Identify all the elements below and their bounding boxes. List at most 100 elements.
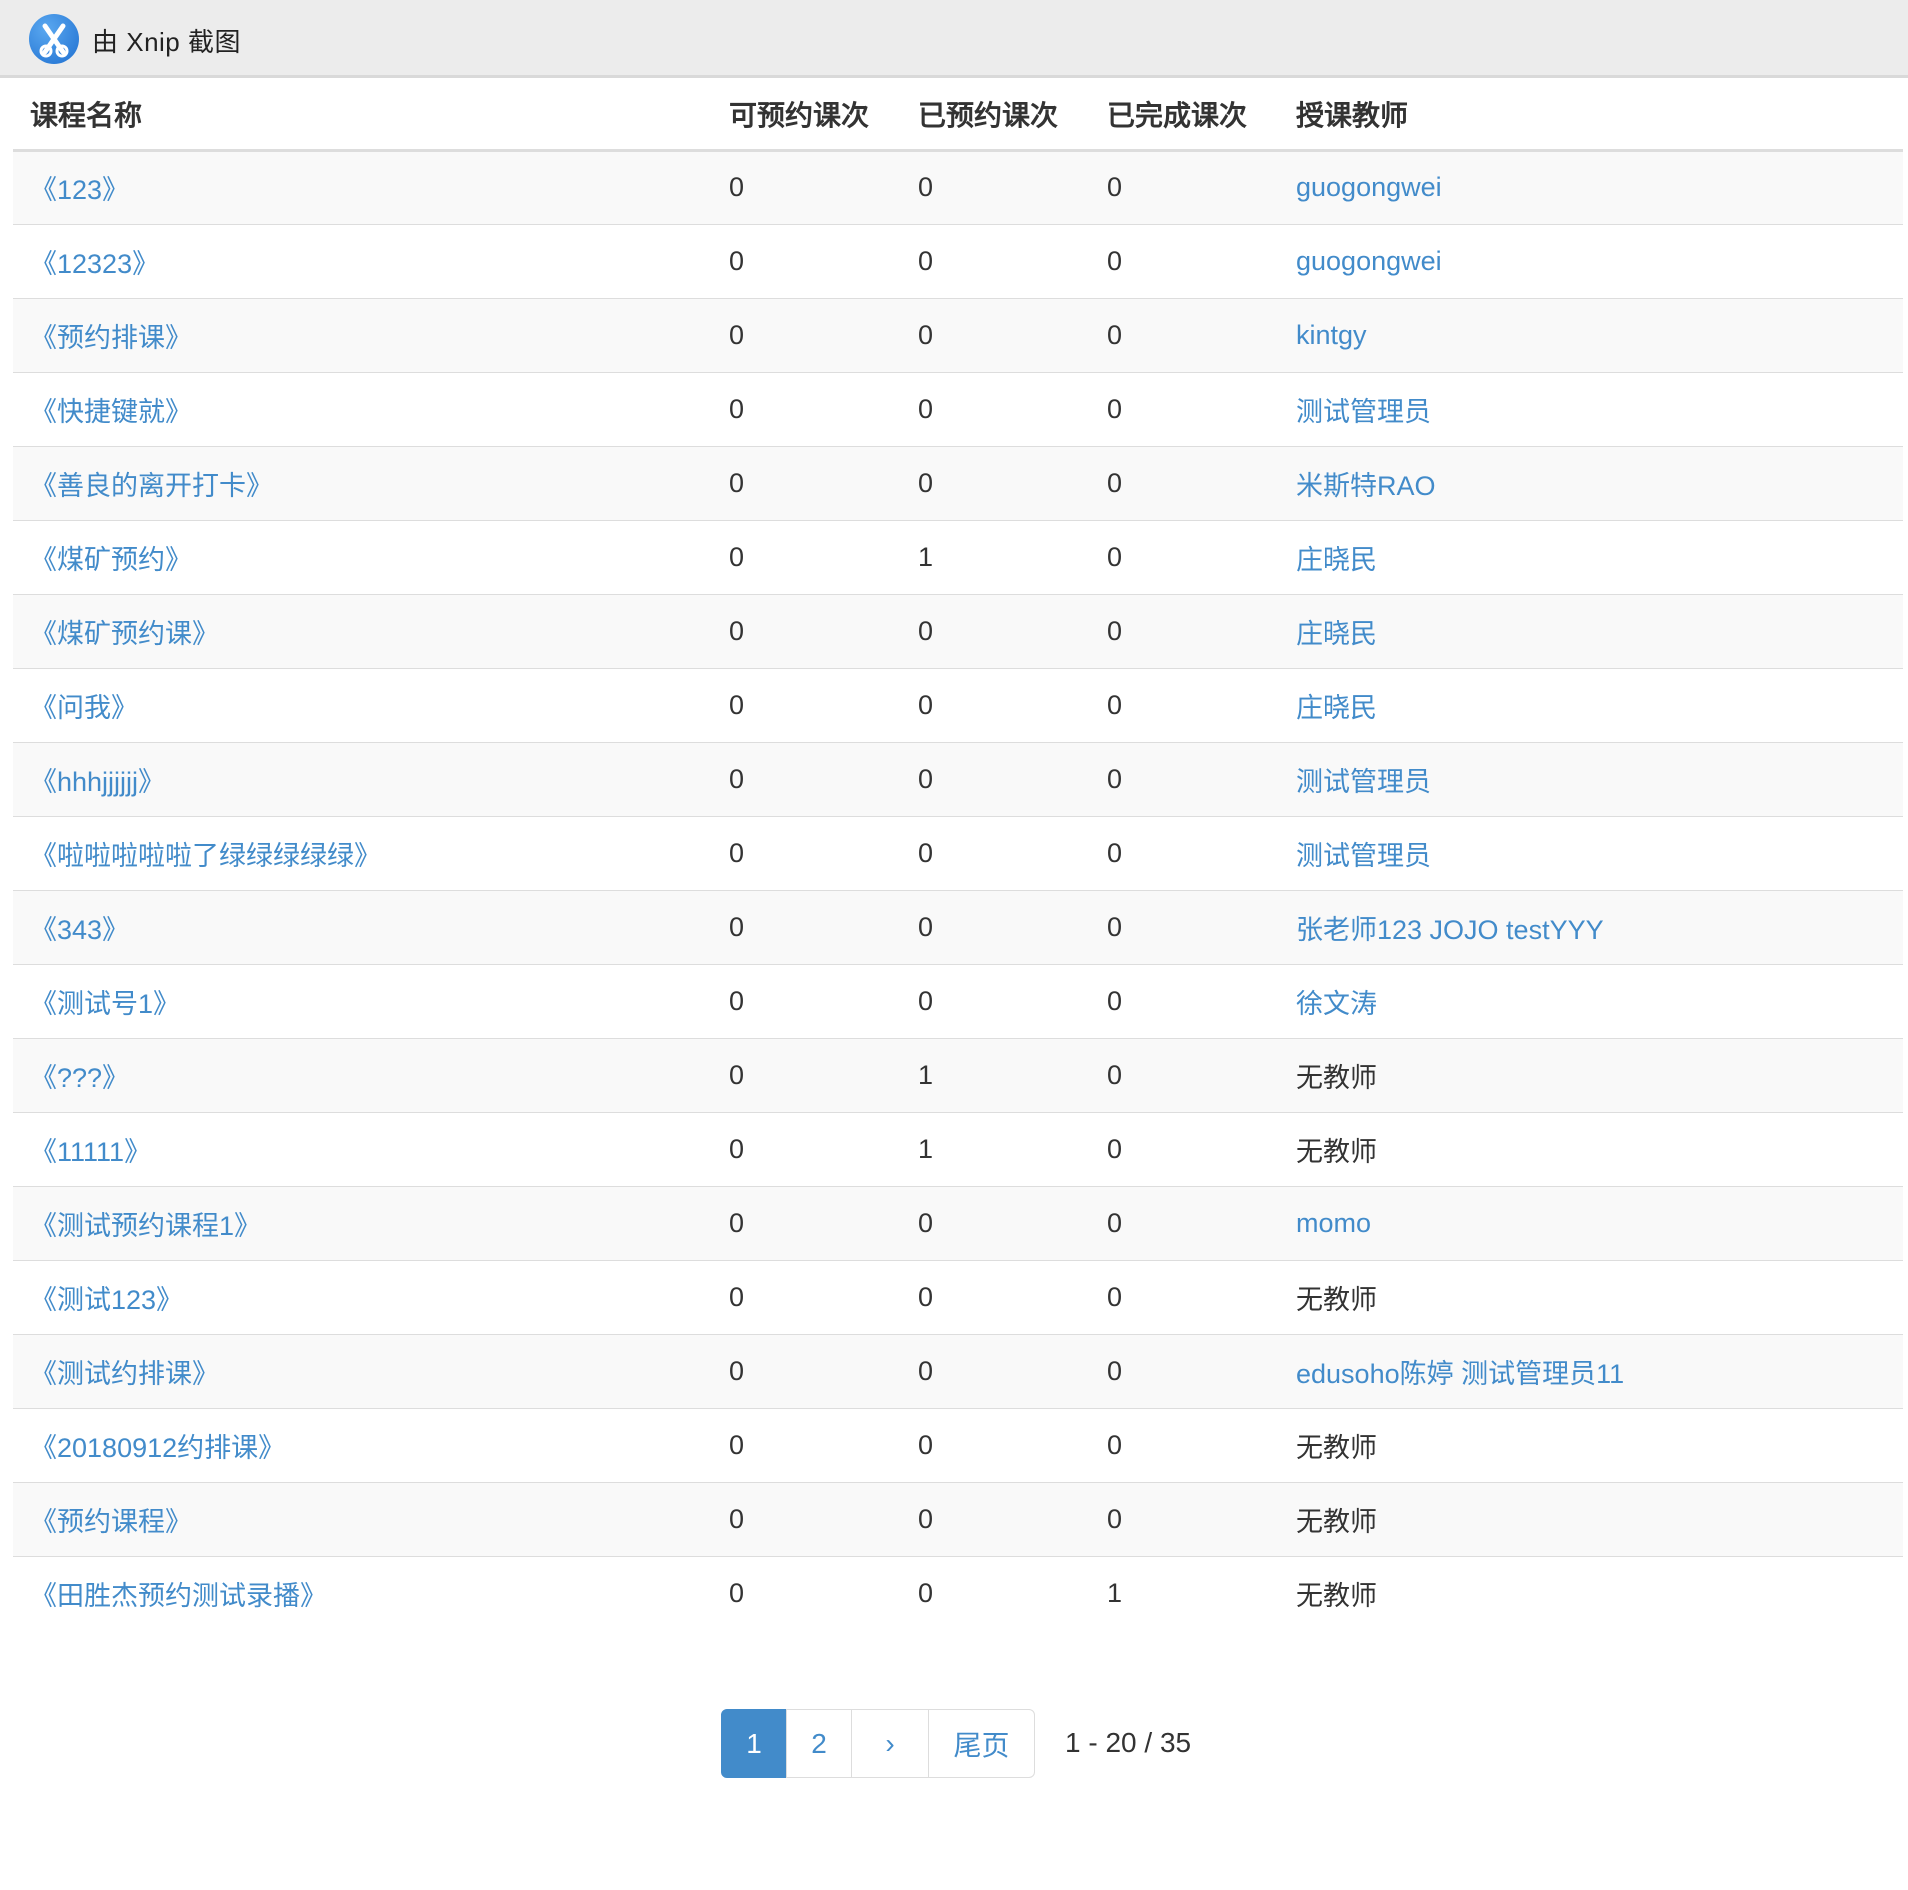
course-name-link[interactable]: 《343》 bbox=[30, 915, 129, 945]
available-sessions-cell: 0 bbox=[712, 1482, 901, 1557]
completed-sessions-cell: 1 bbox=[1090, 1556, 1279, 1630]
table-row: 《问我》 0 0 0 庄晓民 bbox=[13, 668, 1903, 743]
available-sessions-cell: 0 bbox=[712, 372, 901, 447]
available-sessions-cell: 0 bbox=[712, 1556, 901, 1630]
course-name-cell: 《善良的离开打卡》 bbox=[13, 446, 712, 521]
teacher-link[interactable]: 庄晓民 bbox=[1296, 545, 1377, 575]
teacher-cell: momo bbox=[1279, 1186, 1903, 1261]
header-course-name: 课程名称 bbox=[13, 80, 712, 152]
booked-sessions-cell: 0 bbox=[901, 1186, 1090, 1261]
course-name-link[interactable]: 《测试预约课程1》 bbox=[30, 1211, 261, 1241]
course-name-cell: 《123》 bbox=[13, 150, 712, 225]
course-name-link[interactable]: 《煤矿预约》 bbox=[30, 545, 192, 575]
teacher-link[interactable]: 测试管理员 bbox=[1296, 841, 1431, 871]
completed-sessions-cell: 0 bbox=[1090, 816, 1279, 891]
course-name-link[interactable]: 《hhhjjjjjj》 bbox=[30, 767, 165, 797]
teacher-cell: 张老师123 JOJO testYYY bbox=[1279, 890, 1903, 965]
table-row: 《123》 0 0 0 guogongwei bbox=[13, 150, 1903, 225]
header-booked-sessions: 已预约课次 bbox=[901, 80, 1090, 152]
booked-sessions-cell: 0 bbox=[901, 1260, 1090, 1335]
course-name-link[interactable]: 《???》 bbox=[30, 1063, 129, 1093]
teacher-cell: 庄晓民 bbox=[1279, 668, 1903, 743]
teacher-cell: kintgy bbox=[1279, 298, 1903, 373]
header-available-sessions: 可预约课次 bbox=[712, 80, 901, 152]
course-name-link[interactable]: 《快捷键就》 bbox=[30, 397, 192, 427]
teacher-link[interactable]: 张老师123 JOJO testYYY bbox=[1296, 915, 1604, 945]
course-name-cell: 《11111》 bbox=[13, 1112, 712, 1187]
titlebar-text: 由 Xnip 截图 bbox=[92, 27, 241, 57]
table-row: 《预约排课》 0 0 0 kintgy bbox=[13, 298, 1903, 373]
course-name-cell: 《hhhjjjjjj》 bbox=[13, 742, 712, 817]
teacher-link[interactable]: guogongwei bbox=[1296, 172, 1442, 202]
table-row: 《测试约排课》 0 0 0 edusoho陈婷 测试管理员11 bbox=[13, 1334, 1903, 1409]
course-name-link[interactable]: 《善良的离开打卡》 bbox=[30, 471, 273, 501]
teacher-cell: guogongwei bbox=[1279, 150, 1903, 225]
available-sessions-cell: 0 bbox=[712, 1038, 901, 1113]
table-row: 《测试号1》 0 0 0 徐文涛 bbox=[13, 964, 1903, 1039]
teacher-link[interactable]: 测试管理员 bbox=[1296, 767, 1431, 797]
course-name-link[interactable]: 《123》 bbox=[30, 175, 129, 205]
page-2-button[interactable]: 2 bbox=[786, 1709, 852, 1778]
course-name-cell: 《田胜杰预约测试录播》 bbox=[13, 1556, 712, 1630]
booked-sessions-cell: 1 bbox=[901, 520, 1090, 595]
teacher-link[interactable]: 徐文涛 bbox=[1296, 989, 1377, 1019]
completed-sessions-cell: 0 bbox=[1090, 1038, 1279, 1113]
header-completed-sessions: 已完成课次 bbox=[1090, 80, 1279, 152]
completed-sessions-cell: 0 bbox=[1090, 1408, 1279, 1483]
table-row: 《煤矿预约》 0 1 0 庄晓民 bbox=[13, 520, 1903, 595]
completed-sessions-cell: 0 bbox=[1090, 1482, 1279, 1557]
available-sessions-cell: 0 bbox=[712, 1408, 901, 1483]
teacher-cell: edusoho陈婷 测试管理员11 bbox=[1279, 1334, 1903, 1409]
course-name-link[interactable]: 《测试号1》 bbox=[30, 989, 180, 1019]
teacher-link[interactable]: 测试管理员 bbox=[1296, 397, 1431, 427]
course-name-cell: 《343》 bbox=[13, 890, 712, 965]
course-name-link[interactable]: 《问我》 bbox=[30, 693, 138, 723]
course-name-link[interactable]: 《11111》 bbox=[30, 1137, 151, 1167]
course-name-link[interactable]: 《12323》 bbox=[30, 249, 159, 279]
course-name-link[interactable]: 《啦啦啦啦啦了绿绿绿绿绿》 bbox=[30, 841, 381, 871]
no-teacher-text: 无教师 bbox=[1296, 1062, 1377, 1093]
available-sessions-cell: 0 bbox=[712, 1186, 901, 1261]
teacher-link[interactable]: guogongwei bbox=[1296, 246, 1442, 276]
course-name-cell: 《煤矿预约课》 bbox=[13, 594, 712, 669]
header-teacher: 授课教师 bbox=[1279, 80, 1903, 152]
course-name-cell: 《测试约排课》 bbox=[13, 1334, 712, 1409]
available-sessions-cell: 0 bbox=[712, 150, 901, 225]
booked-sessions-cell: 0 bbox=[901, 742, 1090, 817]
completed-sessions-cell: 0 bbox=[1090, 964, 1279, 1039]
no-teacher-text: 无教师 bbox=[1296, 1136, 1377, 1167]
next-page-button[interactable]: › bbox=[851, 1709, 929, 1778]
booked-sessions-cell: 0 bbox=[901, 1334, 1090, 1409]
table-row: 《测试123》 0 0 0 无教师 bbox=[13, 1260, 1903, 1335]
screenshot-titlebar: 由 Xnip 截图 bbox=[0, 0, 1908, 78]
course-name-link[interactable]: 《20180912约排课》 bbox=[30, 1433, 285, 1463]
teacher-link[interactable]: 庄晓民 bbox=[1296, 619, 1377, 649]
teacher-link[interactable]: 庄晓民 bbox=[1296, 693, 1377, 723]
course-name-link[interactable]: 《预约排课》 bbox=[30, 323, 192, 353]
booked-sessions-cell: 1 bbox=[901, 1038, 1090, 1113]
course-name-cell: 《快捷键就》 bbox=[13, 372, 712, 447]
course-name-link[interactable]: 《测试123》 bbox=[30, 1285, 183, 1315]
table-row: 《煤矿预约课》 0 0 0 庄晓民 bbox=[13, 594, 1903, 669]
table-row: 《快捷键就》 0 0 0 测试管理员 bbox=[13, 372, 1903, 447]
course-name-cell: 《20180912约排课》 bbox=[13, 1408, 712, 1483]
available-sessions-cell: 0 bbox=[712, 446, 901, 521]
teacher-link[interactable]: momo bbox=[1296, 1208, 1371, 1238]
teacher-cell: 庄晓民 bbox=[1279, 594, 1903, 669]
booked-sessions-cell: 0 bbox=[901, 372, 1090, 447]
completed-sessions-cell: 0 bbox=[1090, 520, 1279, 595]
table-row: 《田胜杰预约测试录播》 0 0 1 无教师 bbox=[13, 1556, 1903, 1630]
course-name-link[interactable]: 《煤矿预约课》 bbox=[30, 619, 219, 649]
course-name-link[interactable]: 《田胜杰预约测试录播》 bbox=[30, 1581, 327, 1611]
teacher-link[interactable]: kintgy bbox=[1296, 320, 1367, 350]
course-name-link[interactable]: 《预约课程》 bbox=[30, 1507, 192, 1537]
table-row: 《20180912约排课》 0 0 0 无教师 bbox=[13, 1408, 1903, 1483]
course-name-link[interactable]: 《测试约排课》 bbox=[30, 1359, 219, 1389]
teacher-link[interactable]: edusoho陈婷 测试管理员11 bbox=[1296, 1359, 1624, 1389]
course-name-cell: 《煤矿预约》 bbox=[13, 520, 712, 595]
last-page-button[interactable]: 尾页 bbox=[928, 1709, 1035, 1778]
course-name-cell: 《预约课程》 bbox=[13, 1482, 712, 1557]
completed-sessions-cell: 0 bbox=[1090, 446, 1279, 521]
page-1-button[interactable]: 1 bbox=[721, 1709, 787, 1778]
teacher-link[interactable]: 米斯特RAO bbox=[1296, 471, 1436, 501]
